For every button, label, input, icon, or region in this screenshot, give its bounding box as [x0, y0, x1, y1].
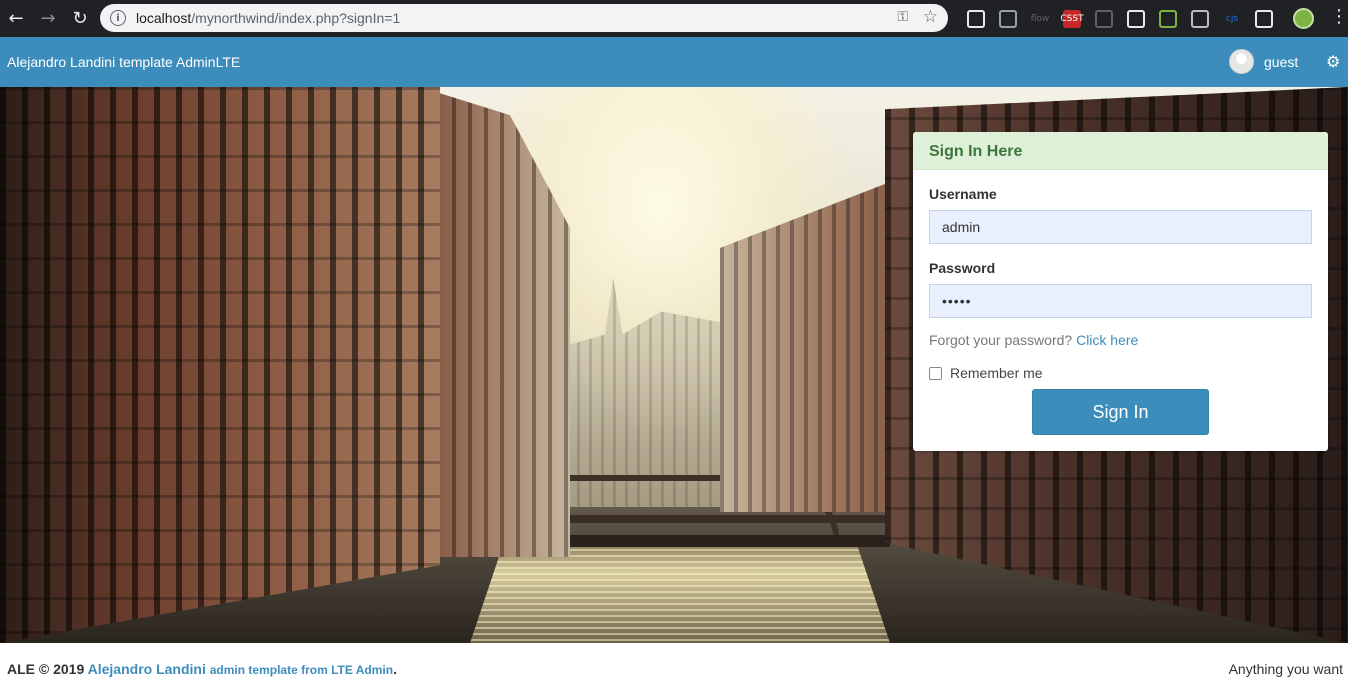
- ext-icon-1[interactable]: [967, 9, 985, 28]
- cjs-icon[interactable]: cjs: [1223, 10, 1241, 28]
- footer: ALE © 2019 Alejandro Landini admin templ…: [0, 643, 1348, 683]
- url-host: localhost: [136, 10, 192, 26]
- footer-author-link[interactable]: Alejandro Landini: [88, 661, 206, 677]
- chat-icon[interactable]: [1255, 9, 1273, 28]
- footer-prefix: ALE © 2019: [7, 661, 85, 677]
- pen-icon[interactable]: [1127, 9, 1145, 28]
- key-icon[interactable]: ⚿: [897, 9, 908, 25]
- cssr-icon[interactable]: CSST: [1060, 9, 1084, 28]
- address-bar[interactable]: i localhost/mynorthwind/index.php?signIn…: [100, 4, 948, 32]
- forgot-password-link[interactable]: Click here: [1076, 332, 1138, 348]
- url-path: /mynorthwind/index.php?signIn=1: [191, 10, 401, 26]
- gears-icon[interactable]: ⚙: [1326, 52, 1340, 71]
- username-label: Username: [929, 186, 997, 202]
- sign-in-button[interactable]: Sign In: [1032, 389, 1209, 435]
- menu-kebab-icon[interactable]: ⋮: [1330, 6, 1348, 27]
- leaf-icon[interactable]: [1159, 9, 1177, 28]
- remember-me-label[interactable]: Remember me: [950, 365, 1043, 381]
- brand-title[interactable]: Alejandro Landini template AdminLTE: [7, 54, 240, 70]
- back-icon[interactable]: ←: [0, 0, 32, 37]
- spotify-icon[interactable]: [999, 9, 1017, 28]
- remember-me[interactable]: Remember me: [929, 365, 1043, 381]
- login-panel: Sign In Here Username admin Password •••…: [913, 132, 1328, 451]
- forward-icon[interactable]: →: [32, 0, 64, 37]
- browser-toolbar: ← → ↻ i localhost/mynorthwind/index.php?…: [0, 0, 1348, 37]
- footer-right-text: Anything you want: [1228, 661, 1343, 677]
- password-input[interactable]: •••••: [929, 284, 1312, 318]
- footer-template-link[interactable]: admin template from LTE Admin: [210, 663, 393, 677]
- login-title: Sign In Here: [913, 132, 1328, 170]
- bookmark-star-icon[interactable]: ☆: [923, 7, 938, 27]
- wrench-icon[interactable]: [1095, 9, 1113, 28]
- user-avatar[interactable]: [1229, 49, 1254, 74]
- forgot-text: Forgot your password?: [929, 332, 1073, 348]
- reload-icon[interactable]: ↻: [64, 0, 96, 37]
- profile-avatar[interactable]: [1293, 8, 1314, 29]
- flow-icon[interactable]: flow: [1031, 10, 1050, 28]
- username-input[interactable]: admin: [929, 210, 1312, 244]
- app-header: Alejandro Landini template AdminLTE gues…: [0, 37, 1348, 87]
- address-url[interactable]: localhost/mynorthwind/index.php?signIn=1: [136, 10, 400, 26]
- footer-period: .: [393, 661, 397, 677]
- remember-me-checkbox[interactable]: [929, 366, 942, 380]
- forgot-password: Forgot your password? Click here: [929, 332, 1138, 348]
- user-name[interactable]: guest: [1264, 54, 1298, 70]
- extensions-bar: flow CSST cjs: [960, 0, 1280, 37]
- footer-copyright: ALE © 2019 Alejandro Landini admin templ…: [7, 661, 397, 677]
- image-icon[interactable]: [1191, 9, 1209, 28]
- site-info-icon[interactable]: i: [110, 10, 126, 26]
- password-label: Password: [929, 260, 996, 276]
